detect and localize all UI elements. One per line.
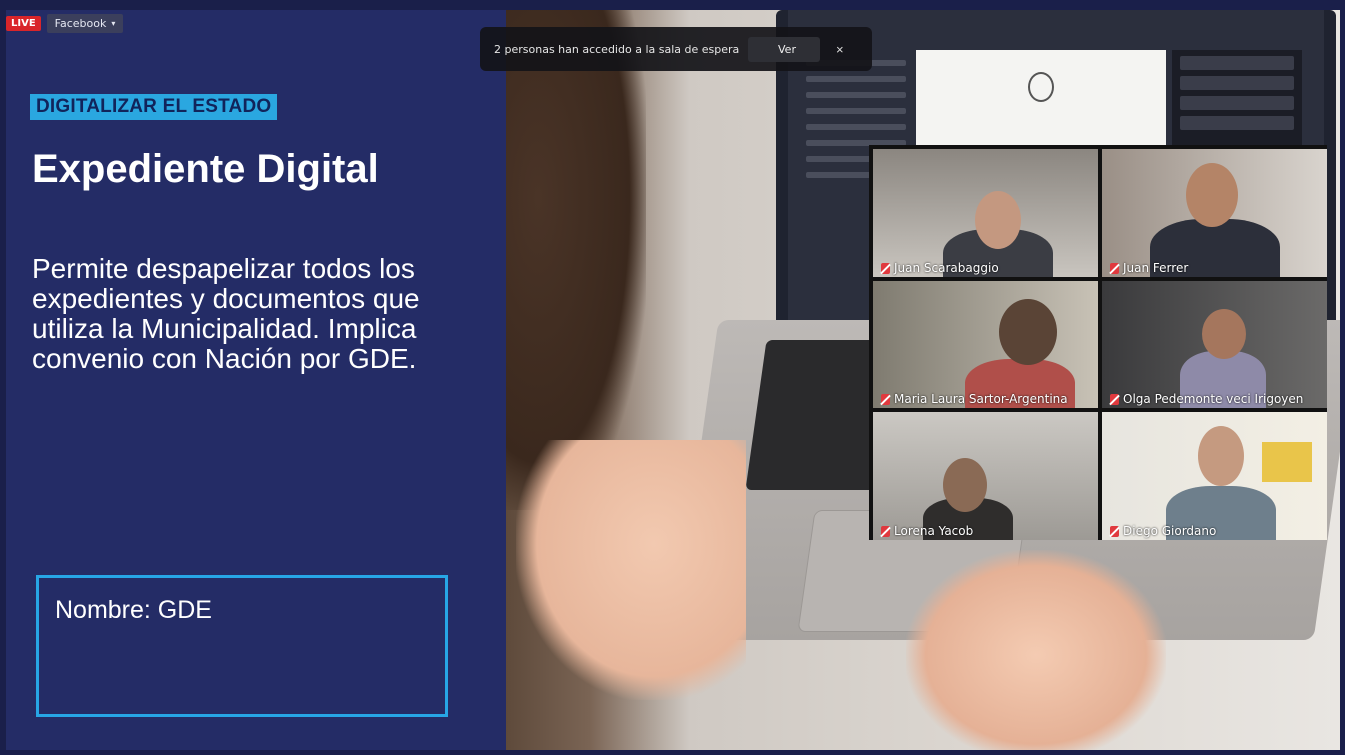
participant-tile[interactable]: Diego Giordano (1102, 412, 1327, 540)
participant-name: Olga Pedemonte veci Irigoyen (1123, 392, 1304, 406)
close-icon[interactable]: × (836, 42, 844, 57)
video-frame: LIVE Facebook ▾ DIGITALIZAR EL ESTADO Ex… (0, 0, 1345, 755)
participant-name: Lorena Yacob (894, 524, 974, 538)
name-box: Nombre: GDE (36, 575, 448, 717)
right-hand (906, 550, 1166, 750)
platform-dropdown[interactable]: Facebook ▾ (46, 14, 124, 33)
person-hair (506, 10, 646, 510)
stream-bar: LIVE Facebook ▾ (6, 14, 124, 33)
mic-muted-icon (1110, 262, 1119, 274)
participant-label: Lorena Yacob (881, 524, 973, 538)
participant-tile[interactable]: Juan Ferrer (1102, 149, 1327, 277)
slide-category: DIGITALIZAR EL ESTADO (30, 94, 278, 120)
mic-muted-icon (881, 262, 890, 274)
pdf-tools-panel (1172, 50, 1302, 160)
live-badge: LIVE (6, 16, 41, 31)
participant-name: Juan Ferrer (1123, 261, 1189, 275)
video-call-gallery: Juan Scarabaggio Juan Ferrer Maria Laura… (869, 145, 1327, 540)
name-label: Nombre: GDE (55, 596, 212, 624)
view-button[interactable]: Ver (748, 36, 820, 62)
participant-label: Juan Ferrer (1110, 261, 1188, 275)
chevron-down-icon: ▾ (111, 19, 116, 28)
waiting-room-notification: 2 personas han accedido a la sala de esp… (480, 27, 872, 71)
slide-title: Expediente Digital (32, 147, 379, 191)
participant-label: Maria Laura Sartor-Argentina (881, 392, 1068, 406)
presentation-slide: DIGITALIZAR EL ESTADO Expediente Digital… (6, 10, 506, 750)
participant-tile[interactable]: Olga Pedemonte veci Irigoyen (1102, 281, 1327, 408)
participant-tile[interactable]: Juan Scarabaggio (873, 149, 1098, 277)
participant-name: Diego Giordano (1123, 524, 1217, 538)
participant-tile[interactable]: Maria Laura Sartor-Argentina (873, 281, 1098, 408)
left-hand (516, 440, 746, 700)
mic-muted-icon (881, 393, 890, 405)
participant-tile[interactable]: Lorena Yacob (873, 412, 1098, 540)
slide-description: Permite despapelizar todos los expedient… (32, 253, 420, 374)
mic-muted-icon (1110, 525, 1119, 537)
notification-text: 2 personas han accedido a la sala de esp… (494, 42, 740, 56)
mic-muted-icon (881, 525, 890, 537)
participant-label: Juan Scarabaggio (881, 261, 999, 275)
platform-label: Facebook (54, 17, 107, 30)
participant-label: Olga Pedemonte veci Irigoyen (1110, 392, 1303, 406)
emblem-icon (1028, 72, 1054, 102)
mic-muted-icon (1110, 393, 1119, 405)
participant-label: Diego Giordano (1110, 524, 1216, 538)
participant-name: Maria Laura Sartor-Argentina (894, 392, 1068, 406)
participant-name: Juan Scarabaggio (894, 261, 999, 275)
